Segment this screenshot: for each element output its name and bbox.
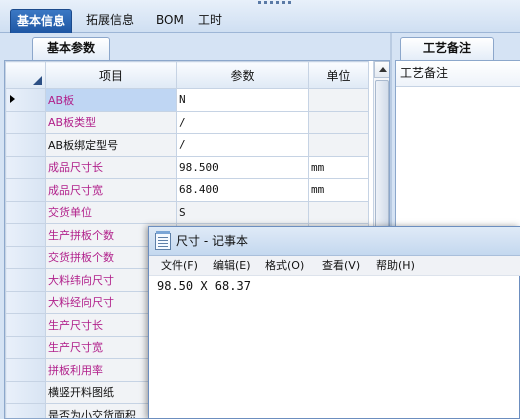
- notepad-title: 尺寸 - 记事本: [176, 234, 248, 248]
- row-label[interactable]: AB板: [45, 88, 177, 112]
- menu-help[interactable]: 帮助(H): [376, 256, 415, 276]
- tab-basic-params[interactable]: 基本参数: [32, 37, 110, 60]
- notepad-menubar: 文件(F) 编辑(E) 格式(O) 查看(V) 帮助(H): [149, 256, 520, 276]
- row-unit[interactable]: [308, 133, 369, 157]
- menu-edit[interactable]: 编辑(E): [213, 256, 251, 276]
- tab-extended-info[interactable]: 拓展信息: [80, 9, 140, 33]
- row-value[interactable]: 68.400: [176, 178, 309, 202]
- row-header[interactable]: [5, 335, 46, 359]
- row-header[interactable]: [5, 380, 46, 404]
- table-row[interactable]: AB板绑定型号 /: [5, 133, 369, 157]
- notepad-icon: [155, 231, 171, 250]
- row-unit[interactable]: mm: [308, 155, 369, 179]
- row-header[interactable]: [5, 223, 46, 247]
- row-unit[interactable]: mm: [308, 178, 369, 202]
- row-header[interactable]: [5, 110, 46, 134]
- row-header[interactable]: [5, 200, 46, 224]
- table-row[interactable]: 交货单位 S: [5, 200, 369, 224]
- current-row-arrow-icon: [10, 95, 15, 104]
- table-row[interactable]: AB板类型 /: [5, 110, 369, 134]
- row-value[interactable]: /: [176, 110, 309, 134]
- row-unit[interactable]: [308, 88, 369, 112]
- table-header-row: 项目 参数 单位: [5, 61, 369, 89]
- table-row[interactable]: 成品尺寸宽 68.400 mm: [5, 178, 369, 202]
- table-row[interactable]: AB板 N: [5, 88, 369, 112]
- column-header-item[interactable]: 项目: [45, 61, 177, 89]
- row-header[interactable]: [5, 245, 46, 269]
- row-header[interactable]: [5, 133, 46, 157]
- table-row[interactable]: 成品尺寸长 98.500 mm: [5, 155, 369, 179]
- row-unit[interactable]: [308, 200, 369, 224]
- row-header[interactable]: [5, 88, 46, 112]
- tab-bom[interactable]: BOM: [150, 9, 190, 33]
- scroll-thumb[interactable]: [375, 80, 389, 230]
- notepad-window: 尺寸 - 记事本 文件(F) 编辑(E) 格式(O) 查看(V) 帮助(H) 9…: [148, 226, 520, 419]
- row-label[interactable]: AB板绑定型号: [45, 133, 177, 157]
- row-header[interactable]: [5, 290, 46, 314]
- row-label[interactable]: 交货单位: [45, 200, 177, 224]
- notepad-text-area[interactable]: 98.50 X 68.37: [157, 279, 251, 293]
- top-tab-bar: 基本信息 拓展信息 BOM 工时: [0, 0, 520, 33]
- tab-process-notes[interactable]: 工艺备注: [400, 37, 494, 60]
- select-all-corner[interactable]: [5, 61, 46, 89]
- corner-triangle-icon: [33, 76, 42, 85]
- row-label[interactable]: 成品尺寸长: [45, 155, 177, 179]
- row-header[interactable]: [5, 313, 46, 337]
- menu-file[interactable]: 文件(F): [161, 256, 198, 276]
- tab-basic-info[interactable]: 基本信息: [10, 9, 73, 33]
- row-header[interactable]: [5, 358, 46, 382]
- row-header[interactable]: [5, 155, 46, 179]
- row-label[interactable]: 成品尺寸宽: [45, 178, 177, 202]
- row-label[interactable]: AB板类型: [45, 110, 177, 134]
- row-value[interactable]: S: [176, 200, 309, 224]
- column-header-param[interactable]: 参数: [176, 61, 309, 89]
- scroll-up-arrow-icon[interactable]: [374, 61, 389, 78]
- row-value[interactable]: N: [176, 88, 309, 112]
- column-header-unit[interactable]: 单位: [308, 61, 369, 89]
- row-value[interactable]: /: [176, 133, 309, 157]
- row-header[interactable]: [5, 403, 46, 418]
- row-header[interactable]: [5, 268, 46, 292]
- notepad-titlebar[interactable]: 尺寸 - 记事本: [149, 227, 520, 256]
- tab-work-hours[interactable]: 工时: [192, 9, 228, 33]
- menu-view[interactable]: 查看(V): [322, 256, 360, 276]
- row-unit[interactable]: [308, 110, 369, 134]
- row-header[interactable]: [5, 178, 46, 202]
- process-notes-header: 工艺备注: [396, 61, 520, 87]
- row-value[interactable]: 98.500: [176, 155, 309, 179]
- splitter-grip[interactable]: [0, 0, 520, 4]
- menu-format[interactable]: 格式(O): [265, 256, 304, 276]
